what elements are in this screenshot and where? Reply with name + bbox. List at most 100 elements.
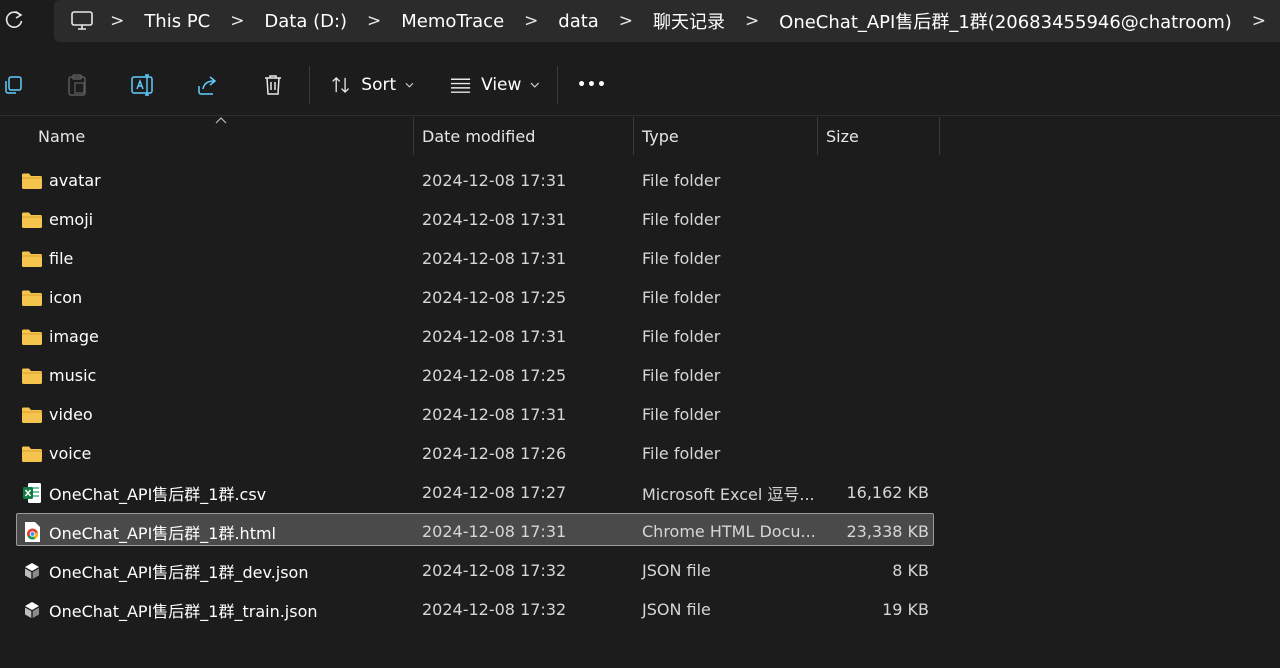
file-date: 2024-12-08 17:25 <box>422 366 567 385</box>
folder-icon <box>20 317 44 356</box>
copy-button[interactable] <box>0 68 26 102</box>
list-item[interactable]: video 2024-12-08 17:31 File folder <box>0 395 940 434</box>
column-header-type[interactable]: Type <box>642 117 679 155</box>
sort-button[interactable]: Sort <box>330 68 414 102</box>
list-item[interactable]: image 2024-12-08 17:31 File folder <box>0 317 940 356</box>
list-item[interactable]: voice 2024-12-08 17:26 File folder <box>0 434 940 473</box>
list-item-selected[interactable]: OneChat_API售后群_1群.html 2024-12-08 17:31 … <box>0 512 940 551</box>
file-name: music <box>49 366 97 385</box>
breadcrumb-chat-records[interactable]: 聊天记录 <box>647 8 731 34</box>
list-item[interactable]: OneChat_API售后群_1群.csv 2024-12-08 17:27 M… <box>0 473 940 512</box>
file-date: 2024-12-08 17:27 <box>422 483 567 502</box>
sort-ascending-icon <box>215 117 227 125</box>
toolbar-divider <box>309 66 310 104</box>
chevron-right-icon[interactable]: > <box>224 11 250 31</box>
column-header-date-modified[interactable]: Date modified <box>422 117 535 155</box>
file-type: File folder <box>642 210 721 229</box>
this-pc-icon[interactable] <box>70 10 96 32</box>
file-date: 2024-12-08 17:31 <box>422 405 567 424</box>
file-type: File folder <box>642 444 721 463</box>
file-size: 16,162 KB <box>846 483 929 502</box>
list-item[interactable]: OneChat_API售后群_1群_train.json 2024-12-08 … <box>0 590 940 629</box>
file-type: File folder <box>642 366 721 385</box>
chevron-right-icon[interactable]: > <box>104 11 130 31</box>
breadcrumb: > This PC > Data (D:) > MemoTrace > data… <box>54 0 1280 42</box>
view-label: View <box>481 75 522 95</box>
file-size <box>820 434 929 473</box>
breadcrumb-data[interactable]: data <box>552 11 605 32</box>
file-name: video <box>49 405 93 424</box>
paste-button[interactable] <box>64 68 90 102</box>
file-name: image <box>49 327 99 346</box>
file-name: OneChat_API售后群_1群_train.json <box>49 601 318 621</box>
view-button[interactable]: View <box>450 68 540 102</box>
share-button[interactable] <box>195 68 221 102</box>
address-bar: > This PC > Data (D:) > MemoTrace > data… <box>0 0 1280 50</box>
file-name: avatar <box>49 171 101 190</box>
folder-icon <box>20 161 44 200</box>
file-name: icon <box>49 288 83 307</box>
file-date: 2024-12-08 17:26 <box>422 444 567 463</box>
share-icon <box>198 76 217 95</box>
delete-button[interactable] <box>261 68 285 102</box>
folder-icon <box>20 278 44 317</box>
column-header-row: Name Date modified Type Size <box>0 117 940 155</box>
list-item[interactable]: music 2024-12-08 17:25 File folder <box>0 356 940 395</box>
list-item[interactable]: OneChat_API售后群_1群_dev.json 2024-12-08 17… <box>0 551 940 590</box>
column-divider[interactable] <box>413 117 414 155</box>
list-item[interactable]: file 2024-12-08 17:31 File folder <box>0 239 940 278</box>
refresh-icon[interactable] <box>2 8 26 32</box>
breadcrumb-data-drive[interactable]: Data (D:) <box>258 11 353 32</box>
column-divider[interactable] <box>939 117 940 155</box>
file-size <box>820 239 929 278</box>
file-list: avatar 2024-12-08 17:31 File folder emoj… <box>0 161 940 629</box>
chevron-right-icon[interactable]: > <box>613 11 639 31</box>
sort-label: Sort <box>361 75 397 95</box>
chevron-right-icon[interactable]: > <box>1246 11 1272 31</box>
more-options-button[interactable]: ••• <box>577 68 606 102</box>
file-size <box>820 200 929 239</box>
file-date: 2024-12-08 17:32 <box>422 561 567 580</box>
chevron-right-icon[interactable]: > <box>739 11 765 31</box>
folder-icon <box>20 395 44 434</box>
list-item[interactable]: avatar 2024-12-08 17:31 File folder <box>0 161 940 200</box>
column-header-size[interactable]: Size <box>826 117 859 155</box>
chevron-down-icon <box>530 82 540 88</box>
paste-icon <box>68 74 86 96</box>
list-item[interactable]: emoji 2024-12-08 17:31 File folder <box>0 200 940 239</box>
file-type: File folder <box>642 288 721 307</box>
rename-button[interactable] <box>129 68 157 102</box>
file-date: 2024-12-08 17:31 <box>422 249 567 268</box>
file-type: File folder <box>642 171 721 190</box>
file-name: OneChat_API售后群_1群.csv <box>49 484 267 504</box>
file-date: 2024-12-08 17:31 <box>422 522 567 541</box>
file-size <box>820 161 929 200</box>
column-divider[interactable] <box>633 117 634 155</box>
file-date: 2024-12-08 17:31 <box>422 171 567 190</box>
trash-icon <box>265 75 281 95</box>
file-size: 19 KB <box>882 600 929 619</box>
toolbar-divider <box>557 66 558 104</box>
chevron-right-icon[interactable]: > <box>361 11 387 31</box>
file-date: 2024-12-08 17:31 <box>422 210 567 229</box>
breadcrumb-memotrace[interactable]: MemoTrace <box>395 11 510 32</box>
chevron-right-icon[interactable]: > <box>518 11 544 31</box>
breadcrumb-this-pc[interactable]: This PC <box>138 11 216 32</box>
file-name: OneChat_API售后群_1群.html <box>49 523 276 543</box>
file-date: 2024-12-08 17:25 <box>422 288 567 307</box>
json-file-icon <box>20 590 44 629</box>
file-name: file <box>49 249 74 268</box>
file-size <box>820 395 929 434</box>
excel-csv-icon <box>20 473 44 512</box>
file-type: Chrome HTML Docu... <box>642 522 816 541</box>
column-header-name[interactable]: Name <box>38 117 85 155</box>
command-bar: Sort View ••• <box>0 52 1280 116</box>
file-type: File folder <box>642 405 721 424</box>
list-item[interactable]: icon 2024-12-08 17:25 File folder <box>0 278 940 317</box>
file-size <box>820 356 929 395</box>
copy-icon <box>5 76 22 94</box>
breadcrumb-current-folder[interactable]: OneChat_API售后群_1群(20683455946@chatroom) <box>773 8 1238 34</box>
column-divider[interactable] <box>817 117 818 155</box>
file-type: File folder <box>642 249 721 268</box>
folder-icon <box>20 356 44 395</box>
